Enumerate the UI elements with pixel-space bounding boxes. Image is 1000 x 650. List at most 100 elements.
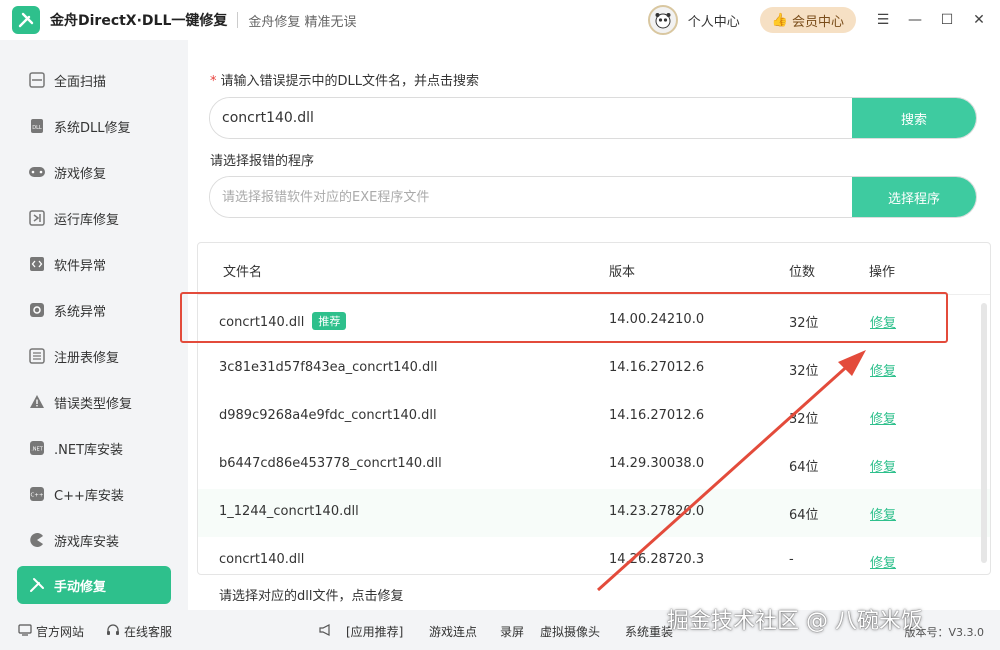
table-row[interactable]: d989c9268a4e9fdc_concrt140.dll 14.16.270… xyxy=(198,393,990,441)
gear-icon xyxy=(27,300,47,320)
svg-text:C++: C++ xyxy=(30,493,43,499)
warning-icon xyxy=(27,392,47,412)
tools-icon xyxy=(18,12,34,28)
cell-filename: b6447cd86e453778_concrt140.dll xyxy=(219,456,442,471)
gamepad-icon xyxy=(27,162,47,182)
header-version: 版本 xyxy=(609,265,636,280)
sidebar-item-label: C++库安装 xyxy=(54,488,124,504)
headset-icon xyxy=(106,623,120,640)
app-logo xyxy=(12,6,40,34)
dll-name-input[interactable] xyxy=(210,98,852,138)
minimize-icon[interactable]: — xyxy=(904,9,926,31)
sidebar-item-cpp-install[interactable]: C++ C++库安装 xyxy=(17,475,171,513)
title-bar: 金舟DirectX·DLL一键修复 金舟修复 精准无误 个人中心 👍 会员中心 … xyxy=(0,0,1000,40)
main-panel: *请输入错误提示中的DLL文件名，并点击搜索 搜索 请选择报错的程序 选择程序 … xyxy=(188,40,1000,610)
official-website-label: 官方网站 xyxy=(36,625,85,639)
sidebar-item-full-scan[interactable]: 全面扫描 xyxy=(17,61,171,99)
sidebar-item-label: 手动修复 xyxy=(54,579,107,595)
list-icon xyxy=(27,346,47,366)
app-recommend[interactable]: [应用推荐] xyxy=(318,623,403,640)
repair-link[interactable]: 修复 xyxy=(870,504,896,523)
cell-filename: 3c81e31d57f843ea_concrt140.dll xyxy=(219,360,438,375)
close-icon[interactable]: ✕ xyxy=(968,9,990,31)
table-row[interactable]: 3c81e31d57f843ea_concrt140.dll 14.16.270… xyxy=(198,345,990,393)
table-scrollbar[interactable] xyxy=(981,303,987,563)
footer-link-virtual-camera[interactable]: 虚拟摄像头 xyxy=(540,623,600,640)
cell-filename: d989c9268a4e9fdc_concrt140.dll xyxy=(219,408,437,423)
sidebar-item-runtime-repair[interactable]: 运行库修复 xyxy=(17,199,171,237)
select-program-button[interactable]: 选择程序 xyxy=(852,177,976,217)
maximize-icon[interactable]: ☐ xyxy=(936,9,958,31)
sidebar-item-error-type-repair[interactable]: 错误类型修复 xyxy=(17,383,171,421)
recommended-badge: 推荐 xyxy=(312,312,347,330)
program-label: 请选择报错的程序 xyxy=(210,154,315,169)
table-row[interactable]: 1_1244_concrt140.dll 14.23.27820.0 64位 修… xyxy=(198,489,990,537)
sidebar-item-system-dll[interactable]: DLL 系统DLL修复 xyxy=(17,107,171,145)
scan-icon xyxy=(27,70,47,90)
header-action: 操作 xyxy=(869,265,896,280)
sidebar-item-game-repair[interactable]: 游戏修复 xyxy=(17,153,171,191)
megaphone-icon xyxy=(318,623,334,640)
repair-link[interactable]: 修复 xyxy=(870,456,896,475)
sidebar-item-manual-repair[interactable]: 手动修复 xyxy=(17,566,171,604)
vip-center-button[interactable]: 👍 会员中心 xyxy=(759,7,856,33)
cell-version: 14.16.27012.6 xyxy=(609,360,705,375)
panda-icon xyxy=(655,13,671,29)
table-row[interactable]: b6447cd86e453778_concrt140.dll 14.29.300… xyxy=(198,441,990,489)
cpp-icon: C++ xyxy=(27,484,47,504)
repair-link[interactable]: 修复 xyxy=(870,312,896,331)
thumbs-up-icon: 👍 xyxy=(771,12,788,28)
sidebar-item-label: 错误类型修复 xyxy=(54,396,133,412)
dll-results-table: 文件名 版本 位数 操作 concrt140.dll 推荐 14.00.24210… xyxy=(197,242,991,575)
sidebar-item-dotnet-install[interactable]: .NET .NET库安装 xyxy=(17,429,171,467)
program-input[interactable] xyxy=(210,177,852,217)
sidebar-item-label: 系统DLL修复 xyxy=(54,120,131,136)
monitor-icon xyxy=(18,624,32,639)
cell-filename: concrt140.dll xyxy=(219,552,305,567)
dll-label-text: 请输入错误提示中的DLL文件名，并点击搜索 xyxy=(220,74,480,89)
filename-text: concrt140.dll xyxy=(219,315,305,330)
title-divider xyxy=(237,12,239,28)
sidebar-item-label: 全面扫描 xyxy=(54,74,107,90)
header-filename: 文件名 xyxy=(223,265,263,280)
sidebar-item-label: .NET库安装 xyxy=(54,442,124,458)
repair-hint: 请选择对应的dll文件，点击修复 xyxy=(219,589,404,604)
menu-icon[interactable]: ☰ xyxy=(872,9,894,31)
cell-bits: - xyxy=(789,552,794,567)
cell-version: 14.00.24210.0 xyxy=(609,312,705,327)
repair-link[interactable]: 修复 xyxy=(870,408,896,427)
repair-link[interactable]: 修复 xyxy=(870,360,896,379)
repair-link[interactable]: 修复 xyxy=(870,552,896,571)
pacman-icon xyxy=(27,530,47,550)
dotnet-icon: .NET xyxy=(27,438,47,458)
sidebar-item-game-lib-install[interactable]: 游戏库安装 xyxy=(17,521,171,559)
sidebar-item-label: 注册表修复 xyxy=(54,350,120,366)
dll-name-label: * 请输入错误提示中的DLL文件名，并点击搜索 xyxy=(210,70,479,89)
app-title: 金舟DirectX·DLL一键修复 xyxy=(50,13,228,29)
sidebar-item-label: 游戏修复 xyxy=(54,166,107,182)
required-star: * xyxy=(210,74,217,89)
avatar[interactable] xyxy=(647,5,678,35)
sidebar-item-software-error[interactable]: 软件异常 xyxy=(17,245,171,283)
personal-center-link[interactable]: 个人中心 xyxy=(688,11,740,30)
official-website-link[interactable]: 官方网站 xyxy=(18,623,84,640)
cell-bits: 32位 xyxy=(789,364,819,379)
cell-bits: 64位 xyxy=(789,460,819,475)
cell-filename: 1_1244_concrt140.dll xyxy=(219,504,359,519)
footer-link-system-reinstall[interactable]: 系统重装 xyxy=(625,623,673,640)
footer-link-recorder[interactable]: 录屏 xyxy=(500,623,524,640)
table-row[interactable]: concrt140.dll 14.26.28720.3 - 修复 xyxy=(198,537,990,574)
cell-version: 14.23.27820.0 xyxy=(609,504,705,519)
search-button[interactable]: 搜索 xyxy=(852,98,976,138)
svg-text:.NET: .NET xyxy=(31,447,43,453)
table-row[interactable]: concrt140.dll 推荐 14.00.24210.0 32位 修复 xyxy=(198,297,990,345)
online-service-link[interactable]: 在线客服 xyxy=(106,623,172,640)
sidebar-item-label: 游戏库安装 xyxy=(54,534,120,550)
sidebar-item-system-error[interactable]: 系统异常 xyxy=(17,291,171,329)
sidebar: 全面扫描 DLL 系统DLL修复 游戏修复 运行库修复 软件异常 系统异常 注册… xyxy=(0,40,188,610)
tools-icon xyxy=(27,575,47,595)
sidebar-item-registry-repair[interactable]: 注册表修复 xyxy=(17,337,171,375)
vip-center-label: 会员中心 xyxy=(791,14,844,30)
app-slogan: 金舟修复 精准无误 xyxy=(248,14,357,30)
footer-link-clicker[interactable]: 游戏连点 xyxy=(429,623,477,640)
